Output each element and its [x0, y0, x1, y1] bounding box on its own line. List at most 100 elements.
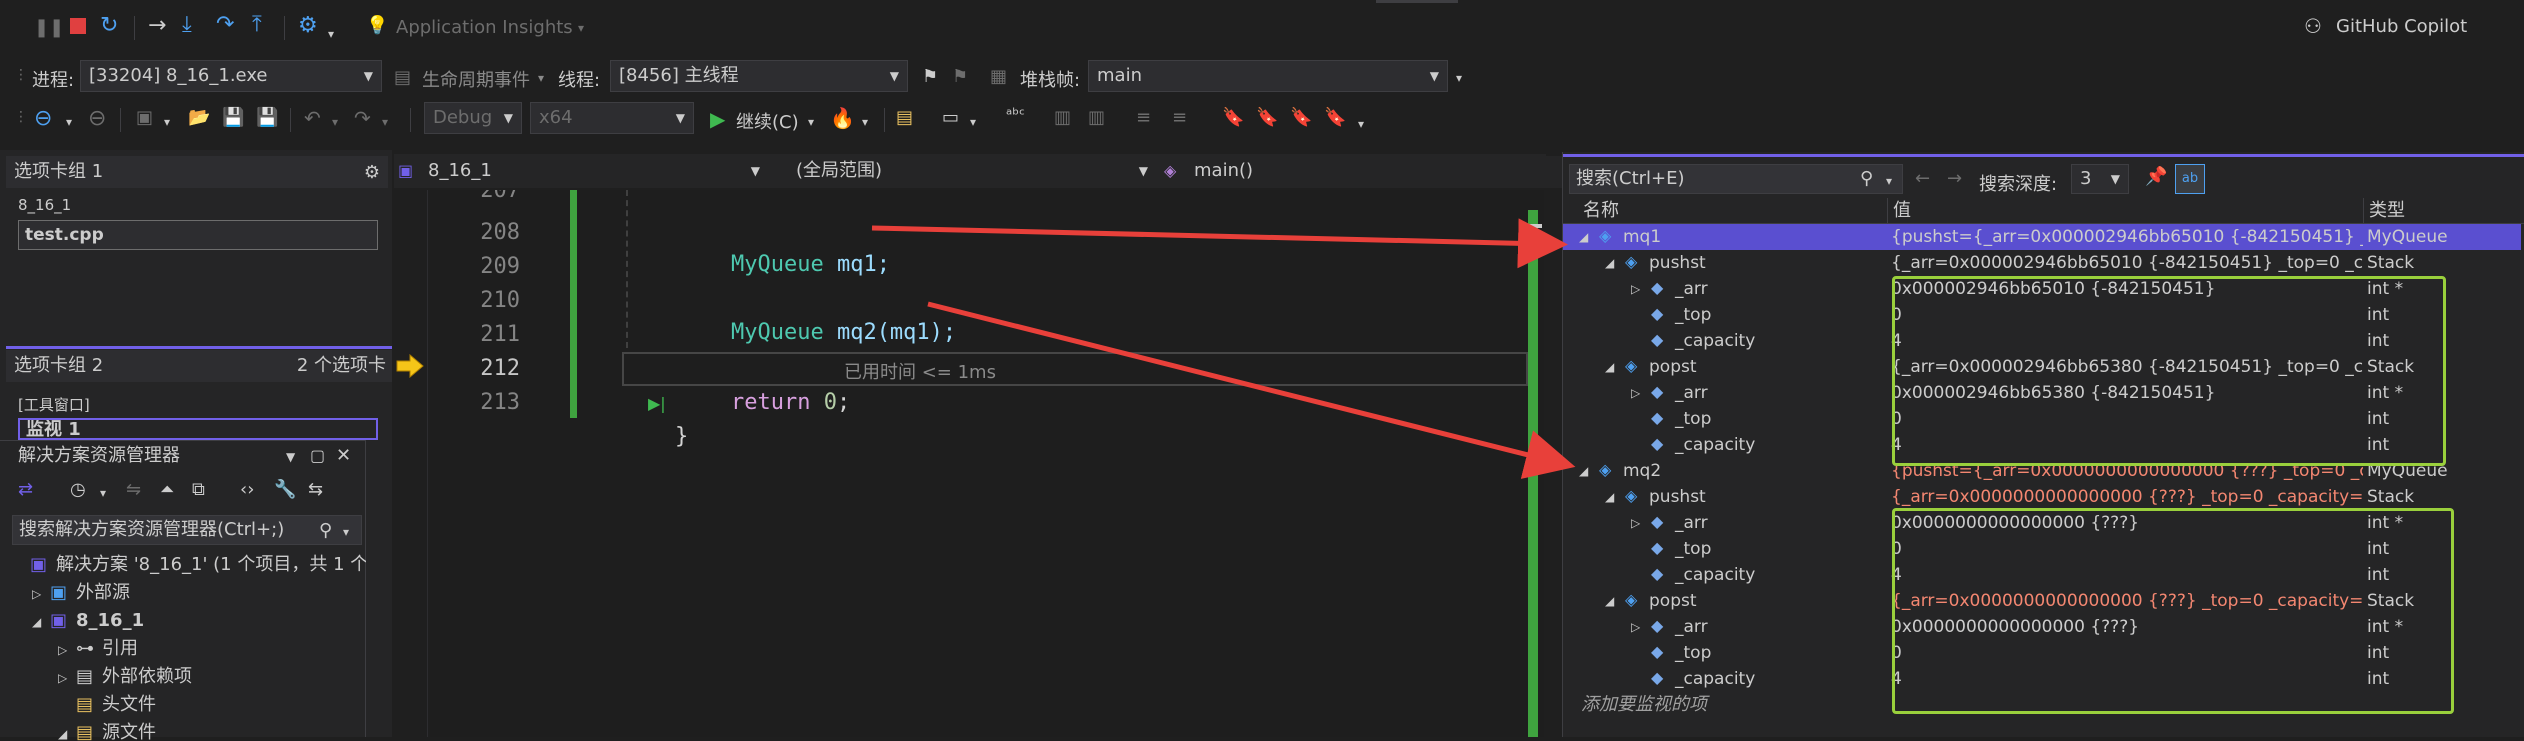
undo-icon[interactable]: ↶ — [304, 108, 321, 128]
redo-icon[interactable]: ↷ — [354, 108, 371, 128]
file-tab-test-cpp[interactable]: test.cpp — [18, 220, 378, 250]
back-dropdown-icon[interactable]: ▾ — [66, 116, 72, 128]
search-prev-icon[interactable]: ← — [1915, 170, 1930, 188]
dropdown-arrow-icon[interactable]: ▾ — [328, 28, 334, 40]
save-icon[interactable]: 💾 — [222, 109, 244, 127]
comment-icon[interactable]: ▥ — [1054, 109, 1071, 127]
search-next-icon[interactable]: → — [1947, 170, 1962, 188]
hot-reload-icon[interactable]: ⚙ — [298, 15, 318, 37]
redo-dropdown-icon[interactable]: ▾ — [382, 116, 388, 128]
editor-scrollbar[interactable] — [1528, 190, 1544, 737]
new-item-icon[interactable]: ▣ — [136, 109, 153, 127]
step-into-icon[interactable]: ⤓ — [182, 14, 192, 36]
watch-tab[interactable]: 监视 1 — [18, 418, 378, 440]
history-icon[interactable]: ◷ — [70, 481, 86, 499]
step-over-icon[interactable]: ↷ — [216, 14, 234, 36]
step-out-icon[interactable]: ⤒ — [252, 14, 262, 36]
expand-icon[interactable]: ▷ — [1631, 276, 1640, 302]
pending-changes-icon[interactable]: ⇋ — [126, 481, 141, 499]
watch-value[interactable]: {pushst={_arr=0x000002946bb65010 {-84215… — [1891, 224, 2363, 250]
collapse-icon[interactable]: ◢ — [1605, 588, 1614, 614]
clear-bookmarks-icon[interactable]: 🔖 — [1324, 109, 1346, 127]
app-insights-label[interactable]: Application Insights — [396, 17, 573, 38]
toolbar-overflow-icon[interactable]: ▾ — [1456, 72, 1462, 84]
hot-reload-fire-icon[interactable]: 🔥 — [830, 108, 855, 128]
window-layout-dropdown-icon[interactable]: ▾ — [970, 116, 976, 128]
watch-value[interactable]: {_arr=0x000002946bb65010 {-842150451} _t… — [1891, 250, 2363, 276]
collapse-all-icon[interactable]: ⏶ — [160, 481, 174, 499]
back-icon[interactable]: ⊖ — [34, 108, 52, 130]
search-depth-select[interactable]: 3 ▼ — [2071, 164, 2129, 194]
gear-icon[interactable]: ⚙ — [364, 164, 380, 182]
continue-dropdown-icon[interactable]: ▾ — [808, 116, 814, 128]
history-dropdown-icon[interactable]: ▾ — [100, 487, 106, 499]
tree-item-external-deps-node[interactable]: ▷ ▤ 外部依赖项 — [58, 663, 192, 691]
code-view-icon[interactable]: ‹› — [240, 481, 254, 499]
process-select[interactable]: [33204] 8_16_1.exe ▼ — [80, 60, 382, 92]
uncomment-icon[interactable]: ▥ — [1088, 109, 1105, 127]
bookmark-icon[interactable]: 🔖 — [1222, 109, 1244, 127]
project-combo[interactable]: ▣ 8_16_1 ▼ — [394, 156, 768, 188]
pause-icon[interactable]: ❚❚ — [34, 19, 64, 37]
scope-combo[interactable]: (全局范围) ▼ — [776, 156, 1156, 188]
toolbar-overflow-icon[interactable]: ▾ — [1358, 118, 1364, 130]
code-editor[interactable]: 207 208 209 210 211 212 213 MyQueue mq1;… — [430, 190, 1544, 737]
sync-icon[interactable]: ⇄ — [18, 481, 33, 499]
watch-value[interactable]: {_arr=0x0000000000000000 {???} _top=0 _c… — [1891, 484, 2363, 510]
outdent-icon[interactable]: ≡ — [1172, 109, 1187, 127]
open-folder-icon[interactable]: 📂 — [188, 109, 210, 127]
filter-threads-icon[interactable]: ▦ — [990, 68, 1007, 86]
new-item-dropdown-icon[interactable]: ▾ — [164, 116, 170, 128]
collapse-icon[interactable]: ◢ — [1605, 250, 1614, 276]
collapse-icon[interactable]: ◢ — [58, 720, 76, 741]
lifecycle-dropdown-icon[interactable]: ▾ — [538, 72, 544, 84]
copilot-label[interactable]: GitHub Copilot — [2336, 16, 2467, 37]
lifecycle-label[interactable]: 生命周期事件 — [422, 66, 530, 92]
watch-row[interactable]: ◢ ◈ pushst {_arr=0x000002946bb65010 {-84215… — [1563, 250, 2521, 276]
tree-item-header-files-node[interactable]: ▤ 头文件 — [58, 691, 156, 719]
tree-item-source-files-node[interactable]: ◢ ▤ 源文件 — [58, 719, 156, 741]
continue-play-icon[interactable]: ▶ — [710, 109, 725, 129]
flag-icon[interactable]: ⚑ — [922, 68, 938, 86]
thread-select[interactable]: [8456] 主线程 ▼ — [610, 60, 908, 92]
pin-icon[interactable]: 📌 — [2145, 168, 2167, 186]
prev-bookmark-icon[interactable]: 🔖 — [1256, 109, 1278, 127]
expand-icon[interactable]: ▷ — [58, 636, 76, 664]
column-type[interactable]: 类型 — [2369, 198, 2405, 224]
continue-label[interactable]: 继续(C) — [736, 108, 799, 134]
undo-dropdown-icon[interactable]: ▾ — [332, 116, 338, 128]
view-hex-toggle[interactable]: ab — [2175, 164, 2205, 194]
tree-item-external-sources-node[interactable]: ▷ ▣ 外部源 — [32, 579, 130, 607]
chevron-down-icon[interactable]: ▼ — [286, 451, 295, 463]
next-bookmark-icon[interactable]: 🔖 — [1290, 109, 1312, 127]
maximize-icon[interactable]: ▢ — [310, 448, 325, 464]
save-all-icon[interactable]: 💾 — [256, 109, 278, 127]
flag-threads-icon[interactable]: ⚑ — [952, 68, 968, 86]
tree-item-solution-node[interactable]: ▣ 解决方案 '8_16_1' (1 个项目，共 1 个 — [12, 551, 366, 579]
config-select[interactable]: Debug ▼ — [424, 102, 522, 134]
browse-icon[interactable]: ▤ — [896, 109, 913, 127]
search-dropdown-icon[interactable]: ▾ — [1886, 175, 1892, 187]
column-value[interactable]: 值 — [1893, 198, 1911, 224]
collapse-icon[interactable]: ◢ — [1605, 354, 1614, 380]
tree-item-project-node[interactable]: ◢ ▣ 8_16_1 — [32, 607, 144, 635]
expand-icon[interactable]: ▷ — [32, 580, 50, 608]
platform-select[interactable]: x64 ▼ — [530, 102, 694, 134]
app-insights-dropdown-icon[interactable]: ▾ — [578, 22, 584, 34]
preview-icon[interactable]: ⇆ — [308, 481, 323, 499]
expand-icon[interactable]: ▷ — [1631, 510, 1640, 536]
window-layout-icon[interactable]: ▭ — [942, 109, 959, 127]
collapse-icon[interactable]: ◢ — [1579, 458, 1588, 484]
tree-item-references-node[interactable]: ▷ ⊶ 引用 — [58, 635, 138, 663]
spell-check-icon[interactable]: ᵃᵇᶜ — [1006, 107, 1025, 123]
search-icon[interactable]: ⚲ — [1860, 170, 1873, 188]
indent-icon[interactable]: ≡ — [1136, 109, 1151, 127]
close-icon[interactable]: ✕ — [336, 447, 351, 465]
expand-icon[interactable]: ▷ — [1631, 614, 1640, 640]
search-dropdown-icon[interactable]: ▾ — [343, 526, 349, 538]
show-next-statement-icon[interactable]: → — [148, 15, 166, 37]
run-to-cursor-icon[interactable]: ▶| — [648, 396, 666, 412]
collapse-icon[interactable]: ◢ — [1579, 224, 1588, 250]
properties-icon[interactable]: 🔧 — [274, 481, 296, 499]
forward-icon[interactable]: ⊖ — [88, 108, 106, 130]
